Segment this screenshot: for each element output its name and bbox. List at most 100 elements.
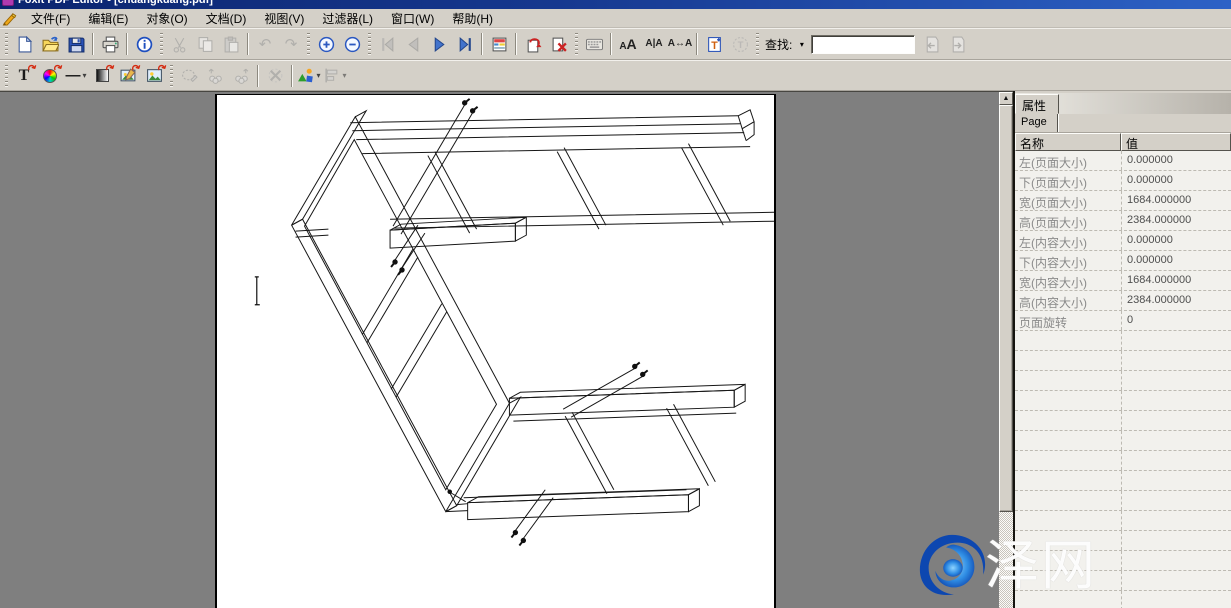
chevron-down-icon[interactable]: ▾ bbox=[342, 71, 346, 80]
property-row[interactable] bbox=[1015, 511, 1231, 531]
next-page-button[interactable] bbox=[426, 31, 452, 57]
property-value[interactable]: 0 bbox=[1121, 311, 1231, 330]
property-row[interactable] bbox=[1015, 531, 1231, 551]
property-row[interactable] bbox=[1015, 431, 1231, 451]
menu-item-object[interactable]: 对象(O) bbox=[137, 9, 196, 28]
text-mode-button[interactable]: T bbox=[727, 31, 753, 57]
property-value[interactable] bbox=[1121, 491, 1231, 510]
property-row[interactable] bbox=[1015, 391, 1231, 411]
property-value[interactable] bbox=[1121, 391, 1231, 410]
property-value[interactable] bbox=[1121, 471, 1231, 490]
pdf-page[interactable] bbox=[215, 94, 776, 608]
menu-item-edit[interactable]: 编辑(E) bbox=[79, 9, 137, 28]
property-row[interactable]: 宽(内容大小)1684.000000 bbox=[1015, 271, 1231, 291]
menu-item-help[interactable]: 帮助(H) bbox=[443, 9, 502, 28]
scroll-up-button[interactable]: ▲ bbox=[999, 92, 1013, 105]
property-row[interactable]: 左(页面大小)0.000000 bbox=[1015, 151, 1231, 171]
document-info-button[interactable] bbox=[131, 31, 157, 57]
insert-shape-button[interactable]: ▾ bbox=[296, 63, 322, 89]
property-value[interactable] bbox=[1121, 571, 1231, 590]
property-row[interactable]: 左(内容大小)0.000000 bbox=[1015, 231, 1231, 251]
toolbar-gripper[interactable] bbox=[756, 33, 759, 55]
property-value[interactable]: 0.000000 bbox=[1121, 171, 1231, 190]
print-button[interactable] bbox=[97, 31, 123, 57]
add-text-button[interactable]: T bbox=[701, 31, 727, 57]
kerning-button[interactable]: A|A bbox=[641, 31, 667, 57]
add-shading-button[interactable]: ↷ bbox=[89, 63, 115, 89]
keyboard-input-button[interactable] bbox=[581, 31, 607, 57]
align-objects-button[interactable]: ▾ bbox=[322, 63, 348, 89]
property-row[interactable]: 高(内容大小)2384.000000 bbox=[1015, 291, 1231, 311]
property-row[interactable] bbox=[1015, 331, 1231, 351]
first-page-button[interactable] bbox=[374, 31, 400, 57]
tab-properties[interactable]: 属性 bbox=[1015, 94, 1059, 114]
paste-button[interactable] bbox=[218, 31, 244, 57]
property-row[interactable] bbox=[1015, 471, 1231, 491]
toolbar-gripper[interactable] bbox=[160, 33, 163, 55]
menu-item-view[interactable]: 视图(V) bbox=[255, 9, 313, 28]
add-image-button[interactable]: ↷ bbox=[141, 63, 167, 89]
property-value[interactable] bbox=[1121, 331, 1231, 350]
find-dropdown-button[interactable]: ▾ bbox=[795, 36, 808, 52]
bring-forward-button[interactable] bbox=[228, 63, 254, 89]
property-row[interactable] bbox=[1015, 551, 1231, 571]
property-value[interactable] bbox=[1121, 531, 1231, 550]
menu-item-window[interactable]: 窗口(W) bbox=[382, 9, 443, 28]
rotate-page-button[interactable] bbox=[520, 31, 546, 57]
property-value[interactable] bbox=[1121, 591, 1231, 608]
property-value[interactable] bbox=[1121, 411, 1231, 430]
vertical-scrollbar[interactable]: ▲ bbox=[999, 91, 1013, 608]
property-value[interactable] bbox=[1121, 511, 1231, 530]
toolbar-gripper[interactable] bbox=[5, 33, 8, 55]
property-row[interactable]: 下(内容大小)0.000000 bbox=[1015, 251, 1231, 271]
menu-item-filter[interactable]: 过滤器(L) bbox=[313, 9, 382, 28]
property-row[interactable] bbox=[1015, 451, 1231, 471]
undo-button[interactable]: ↶ bbox=[252, 31, 278, 57]
add-color-object-button[interactable]: ↷ bbox=[37, 63, 63, 89]
delete-object-button[interactable] bbox=[262, 63, 288, 89]
property-value[interactable]: 0.000000 bbox=[1121, 231, 1231, 250]
property-value[interactable]: 2384.000000 bbox=[1121, 211, 1231, 230]
toolbar-gripper[interactable] bbox=[170, 65, 173, 87]
redo-button[interactable]: ↷ bbox=[278, 31, 304, 57]
menu-item-document[interactable]: 文档(D) bbox=[197, 9, 256, 28]
property-row[interactable] bbox=[1015, 411, 1231, 431]
property-row[interactable]: 宽(页面大小)1684.000000 bbox=[1015, 191, 1231, 211]
property-row[interactable] bbox=[1015, 571, 1231, 591]
document-canvas[interactable] bbox=[0, 91, 999, 608]
find-previous-button[interactable] bbox=[918, 31, 944, 57]
zoom-out-button[interactable] bbox=[339, 31, 365, 57]
property-row[interactable] bbox=[1015, 371, 1231, 391]
send-backward-button[interactable] bbox=[202, 63, 228, 89]
property-value[interactable] bbox=[1121, 551, 1231, 570]
char-spacing-button[interactable]: A↔A bbox=[667, 31, 693, 57]
toolbar-gripper[interactable] bbox=[307, 33, 310, 55]
last-page-button[interactable] bbox=[452, 31, 478, 57]
property-value[interactable]: 1684.000000 bbox=[1121, 191, 1231, 210]
tab-page[interactable]: Page bbox=[1015, 114, 1058, 132]
copy-button[interactable] bbox=[192, 31, 218, 57]
scrollbar-thumb[interactable] bbox=[999, 105, 1013, 512]
line-style-button[interactable]: —▾ bbox=[63, 63, 89, 89]
save-document-button[interactable] bbox=[63, 31, 89, 57]
property-value[interactable] bbox=[1121, 371, 1231, 390]
edit-image-button[interactable]: ↷ bbox=[115, 63, 141, 89]
open-document-button[interactable] bbox=[37, 31, 63, 57]
property-row[interactable]: 下(页面大小)0.000000 bbox=[1015, 171, 1231, 191]
property-row[interactable] bbox=[1015, 351, 1231, 371]
previous-page-button[interactable] bbox=[400, 31, 426, 57]
add-text-object-button[interactable]: T↷ bbox=[11, 63, 37, 89]
property-value[interactable]: 0.000000 bbox=[1121, 151, 1231, 170]
delete-page-button[interactable] bbox=[546, 31, 572, 57]
toolbar-gripper[interactable] bbox=[5, 65, 8, 87]
property-value[interactable]: 1684.000000 bbox=[1121, 271, 1231, 290]
new-document-button[interactable] bbox=[11, 31, 37, 57]
zoom-in-button[interactable] bbox=[313, 31, 339, 57]
property-value[interactable]: 2384.000000 bbox=[1121, 291, 1231, 310]
property-value[interactable] bbox=[1121, 451, 1231, 470]
property-value[interactable]: 0.000000 bbox=[1121, 251, 1231, 270]
find-input[interactable] bbox=[811, 35, 915, 54]
find-next-button[interactable] bbox=[944, 31, 970, 57]
document-menu-icon[interactable] bbox=[2, 11, 18, 26]
chevron-down-icon[interactable]: ▾ bbox=[316, 71, 320, 80]
